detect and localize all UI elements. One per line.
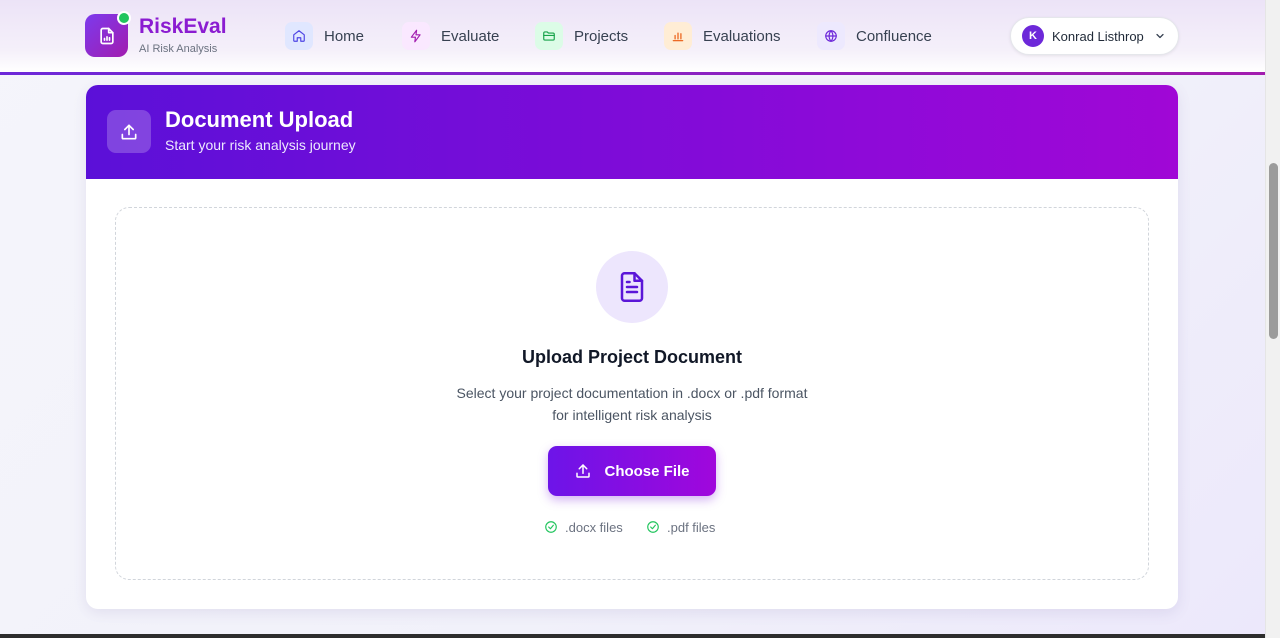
card-subtitle: Start your risk analysis journey <box>165 137 356 153</box>
scrollbar-thumb[interactable] <box>1269 163 1278 339</box>
upload-icon <box>576 464 591 478</box>
nav-projects[interactable]: Projects <box>535 22 628 50</box>
nav-confluence[interactable]: Confluence <box>817 22 932 50</box>
home-icon <box>285 22 313 50</box>
upload-icon <box>107 110 151 153</box>
document-upload-card: Document Upload Start your risk analysis… <box>86 85 1178 609</box>
brand-subtitle: AI Risk Analysis <box>139 43 218 55</box>
choose-file-button[interactable]: Choose File <box>548 446 716 496</box>
card-header: Document Upload Start your risk analysis… <box>86 85 1178 179</box>
upload-description-line-2: for intelligent risk analysis <box>552 407 712 423</box>
lightning-icon <box>402 22 430 50</box>
format-pdf-label: .pdf files <box>667 519 716 535</box>
brand-title: RiskEval <box>139 15 227 38</box>
bar-chart-icon <box>664 22 692 50</box>
top-header: RiskEval AI Risk Analysis Home Evaluate … <box>0 0 1265 72</box>
nav-evaluations[interactable]: Evaluations <box>664 22 781 50</box>
chevron-down-icon <box>1156 33 1164 39</box>
format-docx: .docx files <box>544 518 623 536</box>
nav-home[interactable]: Home <box>285 22 364 50</box>
avatar: K <box>1022 25 1044 47</box>
bottom-edge-bar <box>0 634 1265 638</box>
nav-evaluations-label: Evaluations <box>703 27 781 45</box>
user-name: Konrad Listhrop <box>1052 28 1144 44</box>
check-circle-icon <box>545 521 557 533</box>
upload-dropzone[interactable]: Upload Project Document Select your proj… <box>115 207 1149 580</box>
nav-confluence-label: Confluence <box>856 27 932 45</box>
upload-title: Upload Project Document <box>521 347 743 367</box>
card-title: Document Upload <box>165 107 354 132</box>
nav-projects-label: Projects <box>574 27 629 45</box>
nav-evaluate-label: Evaluate <box>441 27 500 45</box>
nav-evaluate[interactable]: Evaluate <box>402 22 499 50</box>
user-menu-button[interactable]: K Konrad Listhrop <box>1010 17 1179 55</box>
nav-home-label: Home <box>324 27 365 45</box>
upload-description: Select your project documentation in .do… <box>116 382 1148 426</box>
document-icon <box>596 251 668 323</box>
format-pdf: .pdf files <box>646 518 715 536</box>
vertical-scrollbar[interactable] <box>1265 0 1280 638</box>
choose-file-label: Choose File <box>604 462 690 480</box>
document-chart-icon <box>99 27 114 44</box>
folder-icon <box>535 22 563 50</box>
globe-icon <box>817 22 845 50</box>
header-accent-line <box>0 72 1265 75</box>
online-status-dot <box>117 11 131 25</box>
format-docx-label: .docx files <box>565 519 623 535</box>
upload-description-line-1: Select your project documentation in .do… <box>456 385 808 401</box>
check-circle-icon <box>647 521 659 533</box>
